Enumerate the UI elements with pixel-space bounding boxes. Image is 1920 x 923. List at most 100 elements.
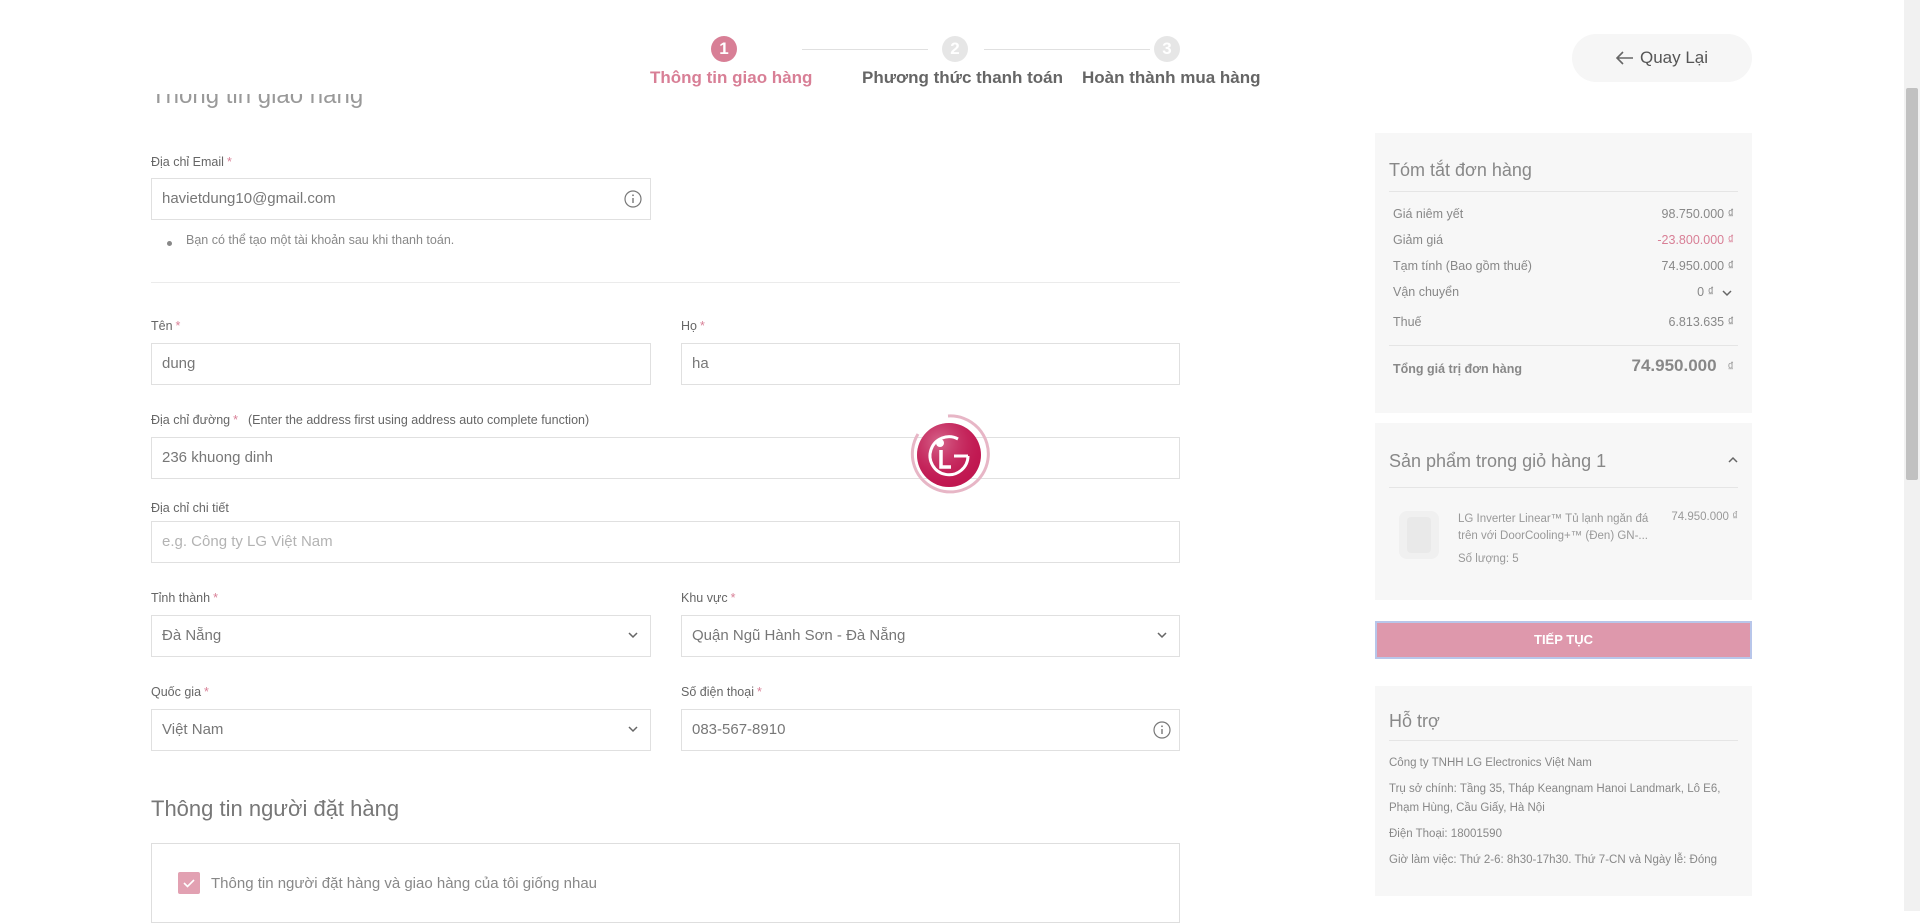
street-hint: (Enter the address first using address a…: [247, 413, 590, 427]
first-name-label: Tên *: [151, 319, 180, 333]
step-number: 3: [1154, 36, 1180, 62]
summary-total-value: 74.950.000: [1631, 356, 1717, 375]
check-icon: [183, 879, 195, 888]
scrollbar-thumb[interactable]: [1906, 88, 1918, 480]
info-icon[interactable]: [1153, 721, 1171, 739]
summary-row-label: Thuế: [1393, 315, 1422, 329]
required-mark: *: [233, 413, 238, 427]
support-hours: Giờ làm việc: Thứ 2-6: 8h30-17h30. Thứ 7…: [1389, 854, 1718, 866]
chevron-down-icon[interactable]: [1720, 286, 1734, 300]
district-label: Khu vực *: [681, 591, 735, 605]
summary-row-value: -23.800.000 ₫: [1657, 233, 1734, 247]
summary-row-value: 0 ₫: [1697, 285, 1714, 299]
summary-total-label: Tổng giá trị đơn hàng: [1393, 362, 1523, 376]
summary-row-shipping[interactable]: Vận chuyển 0 ₫: [1393, 285, 1734, 299]
email-value: havietdung10@gmail.com: [162, 190, 336, 207]
phone-field[interactable]: 083-567-8910: [681, 709, 1180, 751]
cart-title: Sản phẩm trong giỏ hàng 1: [1389, 451, 1607, 471]
summary-row-tax: Thuế 6.813.635 ₫: [1393, 315, 1734, 329]
address-detail-label: Địa chỉ chi tiết: [151, 501, 229, 515]
cart-item-name[interactable]: LG Inverter Linear™ Tủ lạnh ngăn đá trên…: [1458, 511, 1658, 545]
step-payment-method: 2 Phương thức thanh toán: [862, 36, 1064, 88]
province-value: Đà Nẵng: [162, 627, 222, 644]
country-label: Quốc gia *: [151, 685, 209, 699]
step-label: Thông tin giao hàng: [650, 68, 813, 87]
province-label-text: Tỉnh thành: [151, 591, 211, 605]
checkout-stepper: 1 Thông tin giao hàng 2 Phương thức than…: [640, 36, 1261, 96]
divider: [1389, 740, 1738, 741]
phone-value: 083-567-8910: [692, 721, 786, 738]
required-mark: *: [226, 155, 232, 169]
cart-item-price: 74.950.000 ₫: [1671, 511, 1738, 523]
street-label-text: Địa chỉ đường: [151, 413, 231, 427]
first-name-label-text: Tên: [151, 319, 173, 333]
required-mark: *: [175, 319, 181, 333]
required-mark: *: [699, 319, 705, 333]
step-label: Hoàn thành mua hàng: [1082, 68, 1261, 87]
info-icon[interactable]: [624, 190, 642, 208]
email-label-text: Địa chỉ Email: [151, 155, 224, 169]
lg-logo-loader-icon: [910, 414, 990, 494]
support-title: Hỗ trợ: [1389, 711, 1440, 731]
email-field[interactable]: havietdung10@gmail.com: [151, 178, 651, 220]
chevron-down-icon: [628, 632, 638, 639]
order-summary-panel: Tóm tắt đơn hàng Giá niêm yết 98.750.000…: [1375, 133, 1752, 413]
orderer-section-title: Thông tin người đặt hàng: [151, 796, 400, 821]
last-name-field[interactable]: ha: [681, 343, 1180, 385]
product-thumbnail[interactable]: [1389, 505, 1449, 565]
first-name-field[interactable]: dung: [151, 343, 651, 385]
address-detail-field[interactable]: e.g. Công ty LG Việt Nam: [151, 521, 1180, 563]
step-number: 1: [711, 36, 737, 62]
required-mark: *: [730, 591, 736, 605]
step-label: Phương thức thanh toán: [862, 68, 1064, 87]
divider: [1389, 487, 1738, 488]
step-number: 2: [942, 36, 968, 62]
support-company: Công ty TNHH LG Electronics Việt Nam: [1389, 757, 1592, 769]
required-mark: *: [204, 685, 209, 699]
summary-total: Tổng giá trị đơn hàng 74.950.000 ₫: [1393, 356, 1734, 376]
step-shipping-info: 1 Thông tin giao hàng: [650, 36, 813, 88]
district-select[interactable]: Quận Ngũ Hành Sơn - Đà Nẵng: [681, 615, 1180, 657]
chevron-up-icon[interactable]: [1726, 453, 1740, 467]
arrow-left-icon: [1615, 51, 1633, 65]
same-as-shipping-checkbox[interactable]: [178, 872, 200, 894]
address-detail-placeholder: e.g. Công ty LG Việt Nam: [162, 533, 333, 550]
order-summary-title: Tóm tắt đơn hàng: [1389, 160, 1532, 180]
email-note: Bạn có thể tạo một tài khoản sau khi tha…: [186, 233, 455, 247]
district-label-text: Khu vực: [681, 591, 728, 605]
email-label: Địa chỉ Email *: [151, 155, 232, 169]
divider: [1389, 191, 1738, 192]
cart-panel: Sản phẩm trong giỏ hàng 1 LG Inverter Li…: [1375, 423, 1752, 600]
district-value: Quận Ngũ Hành Sơn - Đà Nẵng: [692, 627, 906, 644]
last-name-value: ha: [692, 355, 709, 372]
divider: [1389, 345, 1738, 346]
bullet-icon: [167, 241, 172, 246]
street-field[interactable]: 236 khuong dinh: [151, 437, 1180, 479]
step-complete-purchase: 3 Hoàn thành mua hàng: [1082, 36, 1261, 88]
street-label: Địa chỉ đường * (Enter the address first u…: [151, 413, 589, 427]
street-value: 236 khuong dinh: [162, 449, 273, 466]
summary-row-value: 74.950.000 ₫: [1661, 259, 1734, 273]
summary-row-list-price: Giá niêm yết 98.750.000 ₫: [1393, 207, 1734, 221]
summary-row-discount: Giảm giá -23.800.000 ₫: [1393, 233, 1734, 247]
first-name-value: dung: [162, 355, 196, 372]
refrigerator-image-icon: [1399, 511, 1439, 559]
support-address: Trụ sở chính: Tầng 35, Tháp Keangnam Han…: [1389, 783, 1721, 814]
country-select[interactable]: Việt Nam: [151, 709, 651, 751]
phone-label-text: Số điện thoại: [681, 685, 754, 699]
province-select[interactable]: Đà Nẵng: [151, 615, 651, 657]
continue-button[interactable]: TIẾP TỤC: [1375, 621, 1752, 659]
summary-row-subtotal: Tạm tính (Bao gồm thuế) 74.950.000 ₫: [1393, 259, 1734, 273]
last-name-label-text: Họ: [681, 319, 697, 333]
back-button-label: Quay Lại: [1639, 48, 1709, 67]
country-label-text: Quốc gia: [151, 685, 202, 699]
summary-row-label: Vận chuyển: [1393, 285, 1460, 299]
chevron-down-icon: [628, 726, 638, 733]
shipping-section-title: Thông tin giao hàng: [151, 94, 363, 120]
shipping-title-text: Thông tin giao hàng: [151, 94, 364, 109]
back-button[interactable]: Quay Lại: [1572, 34, 1752, 82]
currency-symbol: ₫: [1727, 359, 1734, 374]
chevron-down-icon: [1157, 632, 1167, 639]
support-info: Công ty TNHH LG Electronics Việt Nam Trụ…: [1389, 754, 1734, 870]
summary-row-label: Giảm giá: [1393, 233, 1444, 247]
